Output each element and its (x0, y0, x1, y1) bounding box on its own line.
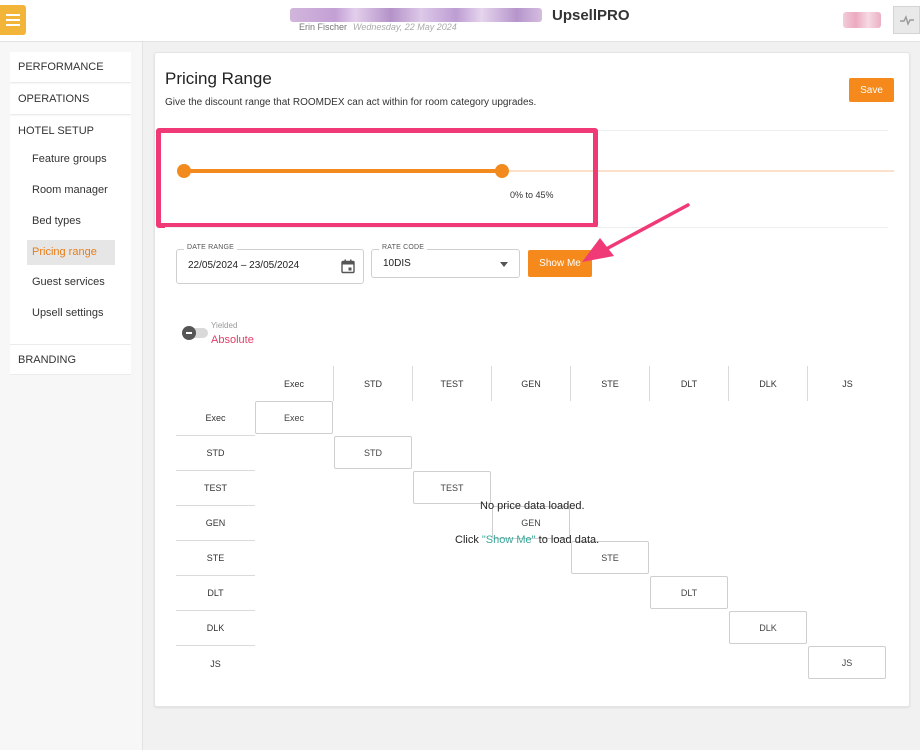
diagonal-cell: DLK (729, 611, 807, 644)
empty-message-click: Click (455, 534, 479, 546)
column-header: DLK (729, 366, 808, 401)
rate-code-value: 10DIS (383, 258, 411, 269)
sidebar-item-guest-services[interactable]: Guest services (27, 270, 115, 295)
annotation-highlight-box (156, 128, 598, 228)
calendar-icon[interactable] (341, 259, 355, 274)
column-header: DLT (650, 366, 729, 401)
column-header: STD (334, 366, 413, 401)
column-header: TEST (413, 366, 492, 401)
sidebar-item-upsell-settings[interactable]: Upsell settings (27, 301, 115, 326)
yielded-label: Yielded (211, 321, 238, 330)
current-date: Wednesday, 22 May 2024 (353, 22, 457, 32)
sidebar-item-operations[interactable]: OPERATIONS (10, 84, 131, 115)
activity-button[interactable] (893, 6, 920, 34)
row-header: STD (176, 436, 255, 471)
chevron-down-icon (500, 262, 508, 267)
divider (165, 227, 888, 228)
user-name: Erin Fischer (299, 22, 348, 32)
row-header: TEST (176, 471, 255, 506)
sidebar: PERFORMANCE OPERATIONS HOTEL SETUP Featu… (0, 42, 143, 750)
empty-message-line2: Click "Show Me" to load data. (455, 534, 599, 546)
sidebar-item-bed-types[interactable]: Bed types (27, 209, 115, 234)
empty-message-rest: to load data. (538, 534, 600, 546)
rate-code-label: RATE CODE (379, 244, 428, 251)
hotel-name-redacted (290, 8, 542, 22)
page-subtitle: Give the discount range that ROOMDEX can… (165, 97, 537, 108)
absolute-label: Absolute (211, 334, 254, 346)
sidebar-item-branding[interactable]: BRANDING (10, 344, 131, 375)
date-range-value: 22/05/2024 – 23/05/2024 (188, 260, 300, 271)
date-range-label: DATE RANGE (184, 244, 237, 251)
row-header: DLK (176, 611, 255, 646)
avatar[interactable] (843, 12, 881, 28)
yielded-absolute-toggle[interactable] (182, 326, 210, 340)
top-bar: UpsellPRO Erin Fischer Wednesday, 22 May … (0, 0, 920, 42)
empty-message-show-me: "Show Me" (481, 534, 536, 546)
show-me-button[interactable]: Show Me (528, 250, 592, 277)
sidebar-item-room-manager[interactable]: Room manager (27, 178, 115, 203)
sidebar-item-hotel-setup[interactable]: HOTEL SETUP (10, 116, 131, 147)
save-button[interactable]: Save (849, 78, 894, 102)
activity-icon (899, 15, 914, 26)
app-name: UpsellPRO (552, 6, 630, 24)
user-line: Erin Fischer Wednesday, 22 May 2024 (299, 22, 457, 32)
date-range-field[interactable]: DATE RANGE 22/05/2024 – 23/05/2024 (176, 244, 364, 284)
sidebar-group-performance: PERFORMANCE (10, 52, 131, 83)
column-header: GEN (492, 366, 571, 401)
sidebar-group-branding: BRANDING (10, 344, 131, 375)
sidebar-group-operations: OPERATIONS (10, 84, 131, 115)
row-header: Exec (176, 401, 255, 436)
diagonal-cell: Exec (255, 401, 333, 434)
column-header: Exec (255, 366, 334, 401)
diagonal-cell: STD (334, 436, 412, 469)
sidebar-group-hotel-setup: HOTEL SETUP Feature groups Room manager … (10, 116, 131, 344)
row-header: JS (210, 658, 221, 669)
sidebar-item-performance[interactable]: PERFORMANCE (10, 52, 131, 83)
rate-code-select[interactable]: RATE CODE 10DIS (371, 244, 520, 278)
hamburger-menu-icon[interactable] (0, 5, 26, 35)
diagonal-cell: DLT (650, 576, 728, 609)
sidebar-item-feature-groups[interactable]: Feature groups (27, 147, 115, 172)
toggle-knob (182, 326, 196, 340)
sidebar-item-pricing-range[interactable]: Pricing range (27, 240, 115, 265)
column-header: JS (842, 378, 853, 389)
row-header: STE (176, 541, 255, 576)
diagonal-cell: JS (808, 646, 886, 679)
empty-message-line1: No price data loaded. (480, 500, 585, 512)
column-header: STE (571, 366, 650, 401)
page-title: Pricing Range (165, 69, 272, 88)
row-header: GEN (176, 506, 255, 541)
row-header: DLT (176, 576, 255, 611)
